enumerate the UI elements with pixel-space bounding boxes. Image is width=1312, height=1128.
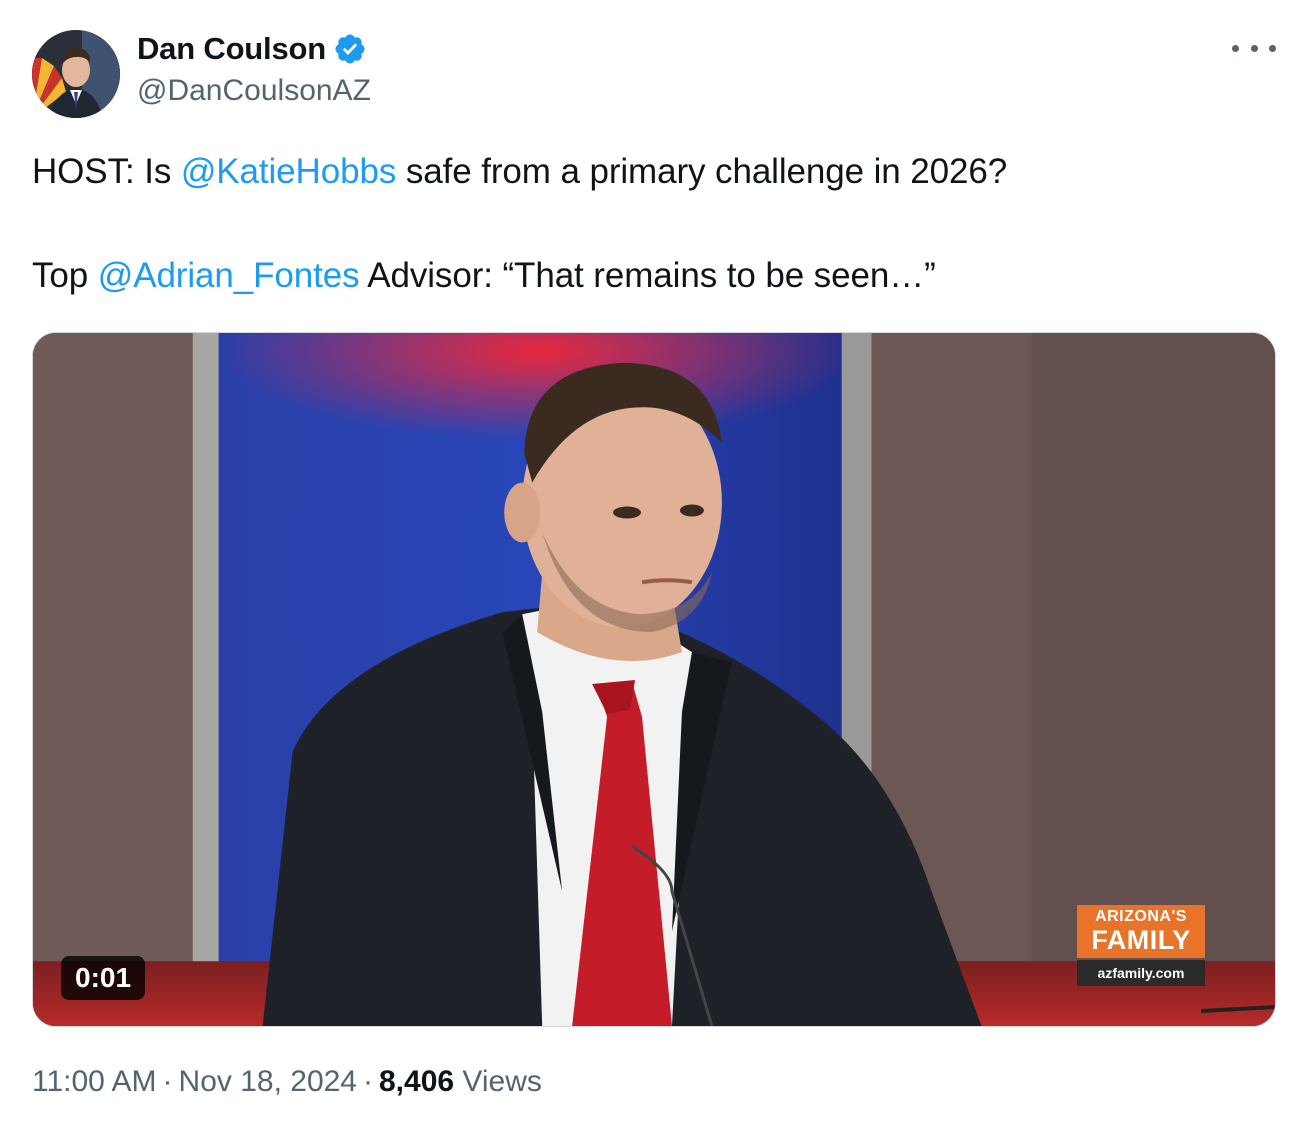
tweet-text-line-2: Top @Adrian_Fontes Advisor: “That remain… (32, 254, 936, 298)
author-name[interactable]: Dan Coulson (137, 31, 326, 67)
video-player[interactable]: 0:01 ARIZONA'S FAMILY azfamily.com (32, 332, 1276, 1027)
more-horizontal-icon (1250, 44, 1258, 52)
channel-logo-url: azfamily.com (1077, 960, 1205, 986)
channel-logo-line1: ARIZONA'S (1095, 908, 1187, 925)
tweet-text-segment: Top (32, 256, 98, 295)
avatar[interactable] (32, 30, 120, 118)
tweet-meta: 11:00 AM · Nov 18, 2024 · 8,406 Views (32, 1065, 542, 1099)
tweet-date[interactable]: Nov 18, 2024 (179, 1065, 357, 1098)
views-label: Views (462, 1065, 542, 1098)
channel-logo: ARIZONA'S FAMILY azfamily.com (1077, 905, 1205, 986)
mention-link-katiehobbs[interactable]: @KatieHobbs (181, 152, 396, 191)
views-count: 8,406 (379, 1065, 455, 1098)
author-handle[interactable]: @DanCoulsonAZ (137, 74, 371, 108)
tweet-text-segment: safe from a primary challenge in 2026? (396, 152, 1008, 191)
tweet-time[interactable]: 11:00 AM (32, 1065, 157, 1098)
channel-logo-box: ARIZONA'S FAMILY (1077, 905, 1205, 958)
mention-link-adrian-fontes[interactable]: @Adrian_Fontes (98, 256, 360, 295)
tweet-text-segment: Advisor: “That remains to be seen…” (359, 256, 936, 295)
meta-separator: · (363, 1065, 373, 1098)
video-timer: 0:01 (61, 956, 146, 1000)
more-horizontal-icon (1269, 44, 1276, 52)
more-options-button[interactable] (1232, 36, 1276, 60)
more-horizontal-icon (1232, 44, 1239, 52)
verified-badge-icon (333, 32, 367, 66)
tweet-text-line-1: HOST: Is @KatieHobbs safe from a primary… (32, 150, 1007, 194)
meta-separator: · (162, 1065, 173, 1098)
author-name-row[interactable]: Dan Coulson (137, 30, 367, 68)
tweet-text-segment: HOST: Is (32, 152, 181, 191)
channel-logo-line2: FAMILY (1091, 925, 1191, 955)
tweet-card: Dan Coulson @DanCoulsonAZ HOST: Is @Kati… (0, 0, 1312, 1128)
